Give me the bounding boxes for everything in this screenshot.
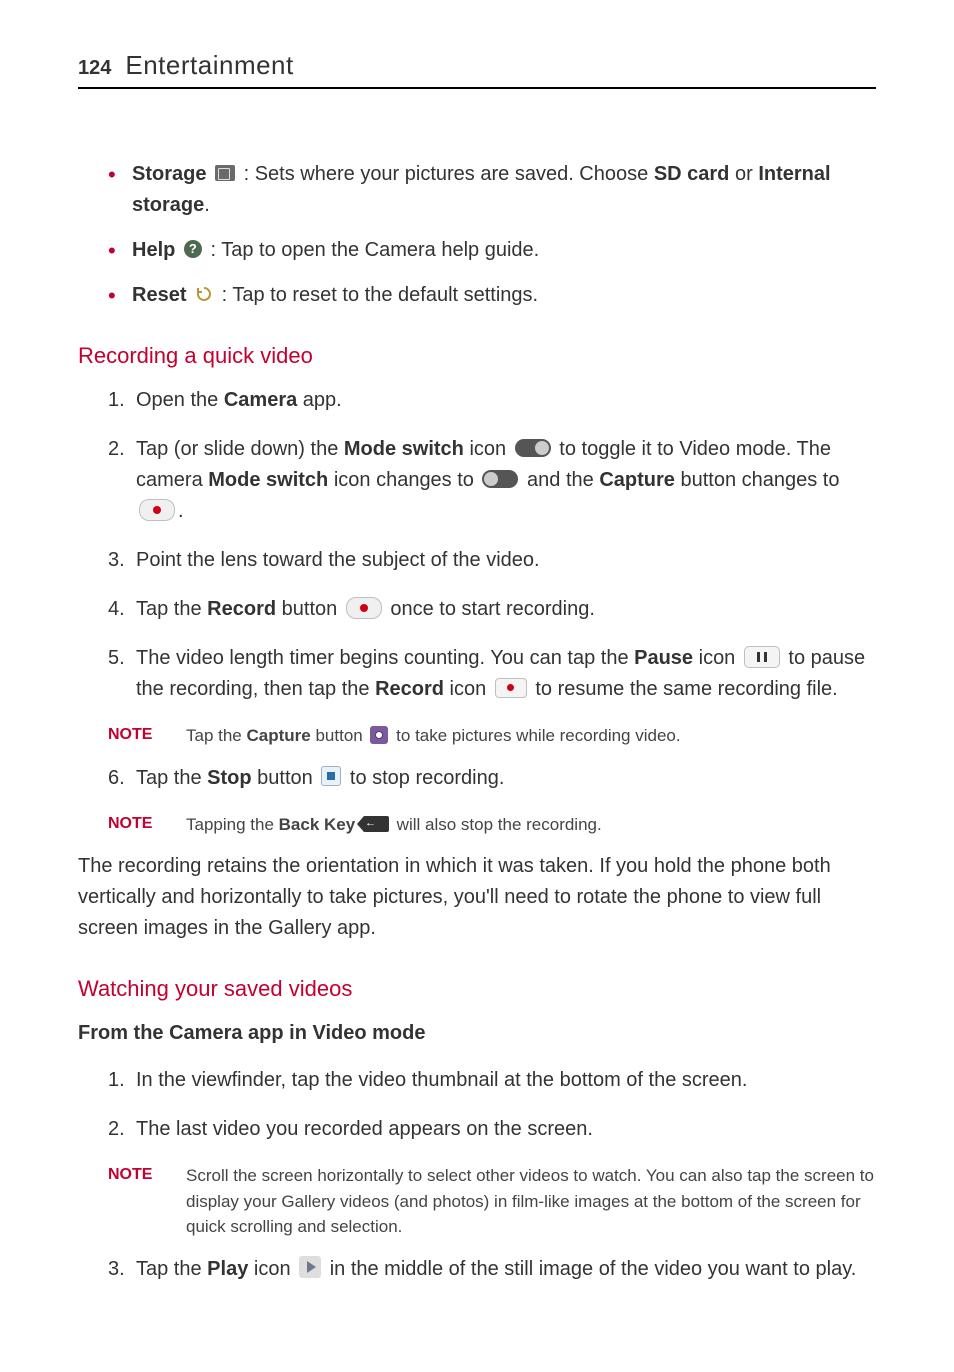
text: icon	[248, 1258, 296, 1280]
stop-icon	[321, 766, 341, 786]
text: icon	[444, 678, 492, 700]
text: .	[204, 194, 210, 216]
text: icon changes to	[328, 469, 479, 491]
text: Tap the	[136, 598, 207, 620]
play-icon	[299, 1256, 321, 1278]
text: : Tap to reset to the default settings.	[222, 284, 539, 306]
step-6: 6. Tap the Stop button to stop recording…	[108, 763, 876, 794]
text: : Sets where your pictures are saved. Ch…	[244, 163, 654, 185]
text: : Tap to open the Camera help guide.	[210, 239, 539, 261]
mode-switch-video-icon	[482, 470, 518, 488]
text: once to start recording.	[385, 598, 595, 620]
subheading-camera-app: From the Camera app in Video mode	[78, 1018, 876, 1049]
pause-label: Pause	[634, 647, 693, 669]
note-capture: NOTE Tap the Capture button to take pict…	[108, 723, 876, 749]
text: app.	[297, 389, 341, 411]
text: to resume the same recording file.	[530, 678, 838, 700]
step-5: 5. The video length timer begins countin…	[108, 643, 876, 705]
page: 124 Entertainment Storage : Sets where y…	[0, 0, 954, 1363]
text: Tapping the	[186, 815, 279, 834]
orientation-para: The recording retains the orientation in…	[78, 851, 876, 944]
step-4: 4. Tap the Record button once to start r…	[108, 594, 876, 625]
text: Tap the	[186, 726, 247, 745]
option-storage: Storage : Sets where your pictures are s…	[108, 159, 876, 221]
watch-step-2: 2. The last video you recorded appears o…	[108, 1114, 876, 1145]
record-label: Record	[207, 598, 276, 620]
text: .	[178, 500, 184, 522]
record-label: Record	[375, 678, 444, 700]
option-list: Storage : Sets where your pictures are s…	[78, 159, 876, 311]
text: will also stop the recording.	[397, 815, 602, 834]
note-body: Scroll the screen horizontally to select…	[186, 1163, 876, 1240]
play-label: Play	[207, 1258, 248, 1280]
watching-steps: 1. In the viewfinder, tap the video thum…	[78, 1065, 876, 1145]
text: to take pictures while recording video.	[391, 726, 680, 745]
text: button	[252, 767, 319, 789]
mode-switch-camera-icon	[515, 439, 551, 457]
text: button	[276, 598, 343, 620]
text: and the	[521, 469, 599, 491]
content-body: Storage : Sets where your pictures are s…	[78, 159, 876, 1285]
note-label: NOTE	[108, 812, 186, 838]
text: Point the lens toward the subject of the…	[136, 549, 540, 571]
sd-card-label: SD card	[654, 163, 730, 185]
capture-label: Capture	[247, 726, 311, 745]
text: or	[729, 163, 758, 185]
text: in the middle of the still image of the …	[324, 1258, 856, 1280]
text: Tap (or slide down) the	[136, 438, 344, 460]
note-back-key: NOTE Tapping the Back Key will also stop…	[108, 812, 876, 838]
text: icon	[464, 438, 512, 460]
text: to stop recording.	[344, 767, 504, 789]
text: button	[311, 726, 368, 745]
watching-steps-cont: 3. Tap the Play icon in the middle of th…	[78, 1254, 876, 1285]
camera-app-label: Camera	[224, 389, 297, 411]
help-icon: ?	[184, 240, 202, 258]
recording-steps-cont: 6. Tap the Stop button to stop recording…	[78, 763, 876, 794]
watch-step-1: 1. In the viewfinder, tap the video thum…	[108, 1065, 876, 1096]
step-3: 3. Point the lens toward the subject of …	[108, 545, 876, 576]
text: The video length timer begins counting. …	[136, 647, 634, 669]
note-body: Tapping the Back Key will also stop the …	[186, 812, 876, 838]
stop-label: Stop	[207, 767, 251, 789]
note-scroll: NOTE Scroll the screen horizontally to s…	[108, 1163, 876, 1240]
step-2: 2. Tap (or slide down) the Mode switch i…	[108, 434, 876, 527]
mode-switch-label: Mode switch	[344, 438, 464, 460]
capture-button-icon	[139, 499, 175, 521]
text: In the viewfinder, tap the video thumbna…	[136, 1069, 747, 1091]
option-reset: Reset : Tap to reset to the default sett…	[108, 280, 876, 311]
reset-icon	[195, 285, 213, 303]
note-label: NOTE	[108, 723, 186, 749]
capture-icon	[370, 726, 388, 744]
heading-watching: Watching your saved videos	[78, 972, 876, 1006]
mode-switch-label: Mode switch	[208, 469, 328, 491]
page-header: 124 Entertainment	[78, 50, 876, 89]
storage-icon	[215, 165, 235, 181]
record-button-icon	[346, 597, 382, 619]
step-1: 1. Open the Camera app.	[108, 385, 876, 416]
note-label: NOTE	[108, 1163, 186, 1240]
pause-icon	[744, 646, 780, 668]
recording-steps: 1. Open the Camera app. 2. Tap (or slide…	[78, 385, 876, 705]
record-icon	[495, 678, 527, 698]
page-number: 124	[78, 57, 111, 80]
capture-label: Capture	[599, 469, 675, 491]
text: Tap the	[136, 1258, 207, 1280]
heading-recording: Recording a quick video	[78, 339, 876, 373]
section-title: Entertainment	[125, 50, 293, 81]
watch-step-3: 3. Tap the Play icon in the middle of th…	[108, 1254, 876, 1285]
option-help: Help ? : Tap to open the Camera help gui…	[108, 235, 876, 266]
text: The last video you recorded appears on t…	[136, 1118, 593, 1140]
option-label: Storage	[132, 163, 206, 185]
text: Tap the	[136, 767, 207, 789]
text: Open the	[136, 389, 224, 411]
option-label: Reset	[132, 284, 186, 306]
back-key-label: Back Key	[279, 815, 356, 834]
note-body: Tap the Capture button to take pictures …	[186, 723, 876, 749]
option-label: Help	[132, 239, 175, 261]
back-key-icon	[363, 816, 389, 832]
text: button changes to	[675, 469, 840, 491]
text: icon	[693, 647, 741, 669]
